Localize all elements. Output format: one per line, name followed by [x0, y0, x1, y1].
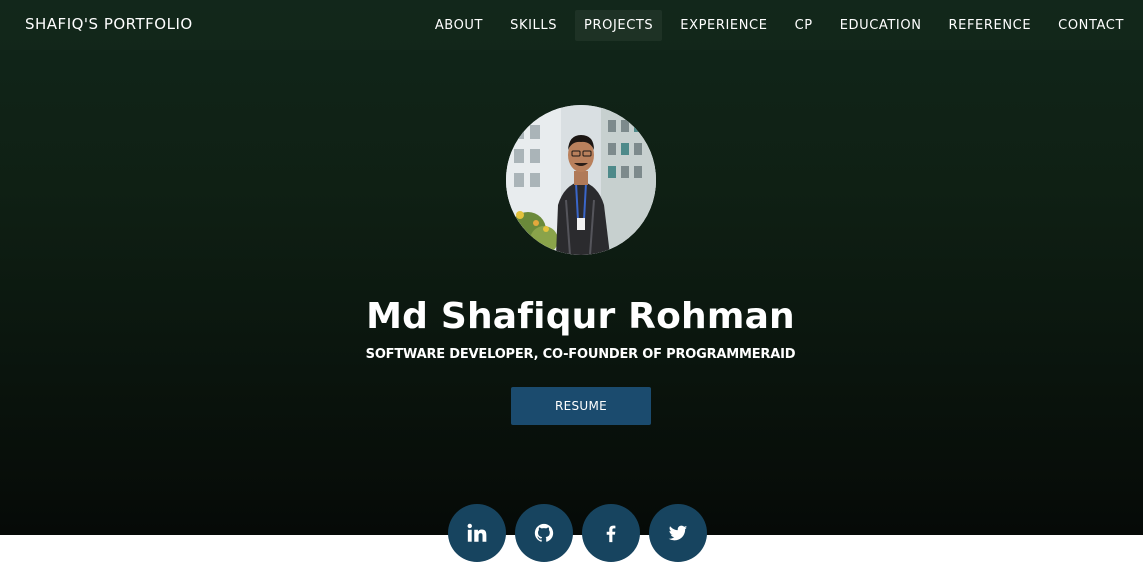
facebook-link[interactable]: [582, 504, 640, 562]
hero-section: SHAFIQ'S PORTFOLIO ABOUT SKILLS PROJECTS…: [0, 0, 1143, 535]
brand-link[interactable]: SHAFIQ'S PORTFOLIO: [25, 15, 193, 33]
facebook-icon: [606, 525, 616, 543]
nav-link-education[interactable]: EDUCATION: [831, 10, 931, 41]
github-link[interactable]: [515, 504, 573, 562]
nav-link-experience[interactable]: EXPERIENCE: [671, 10, 776, 41]
nav-links: ABOUT SKILLS PROJECTS EXPERIENCE CP EDUC…: [417, 9, 1133, 41]
social-links: [448, 504, 707, 562]
navbar: SHAFIQ'S PORTFOLIO ABOUT SKILLS PROJECTS…: [0, 0, 1143, 50]
nav-link-reference[interactable]: REFERENCE: [940, 10, 1041, 41]
tagline: SOFTWARE DEVELOPER, CO-FOUNDER OF PROGRA…: [365, 347, 796, 362]
twitter-link[interactable]: [649, 504, 707, 562]
twitter-icon: [668, 525, 688, 541]
nav-link-contact[interactable]: CONTACT: [1049, 10, 1133, 41]
resume-button[interactable]: RESUME: [511, 387, 651, 425]
nav-link-about[interactable]: ABOUT: [426, 10, 492, 41]
nav-link-cp[interactable]: CP: [786, 10, 822, 41]
linkedin-icon: [467, 523, 487, 542]
page-title: Md Shafiqur Rohman: [366, 296, 795, 337]
github-icon: [534, 523, 554, 542]
avatar: [506, 105, 656, 255]
profile-photo: [506, 105, 656, 255]
nav-link-skills[interactable]: SKILLS: [501, 10, 566, 41]
linkedin-link[interactable]: [448, 504, 506, 562]
nav-link-projects[interactable]: PROJECTS: [575, 9, 663, 41]
